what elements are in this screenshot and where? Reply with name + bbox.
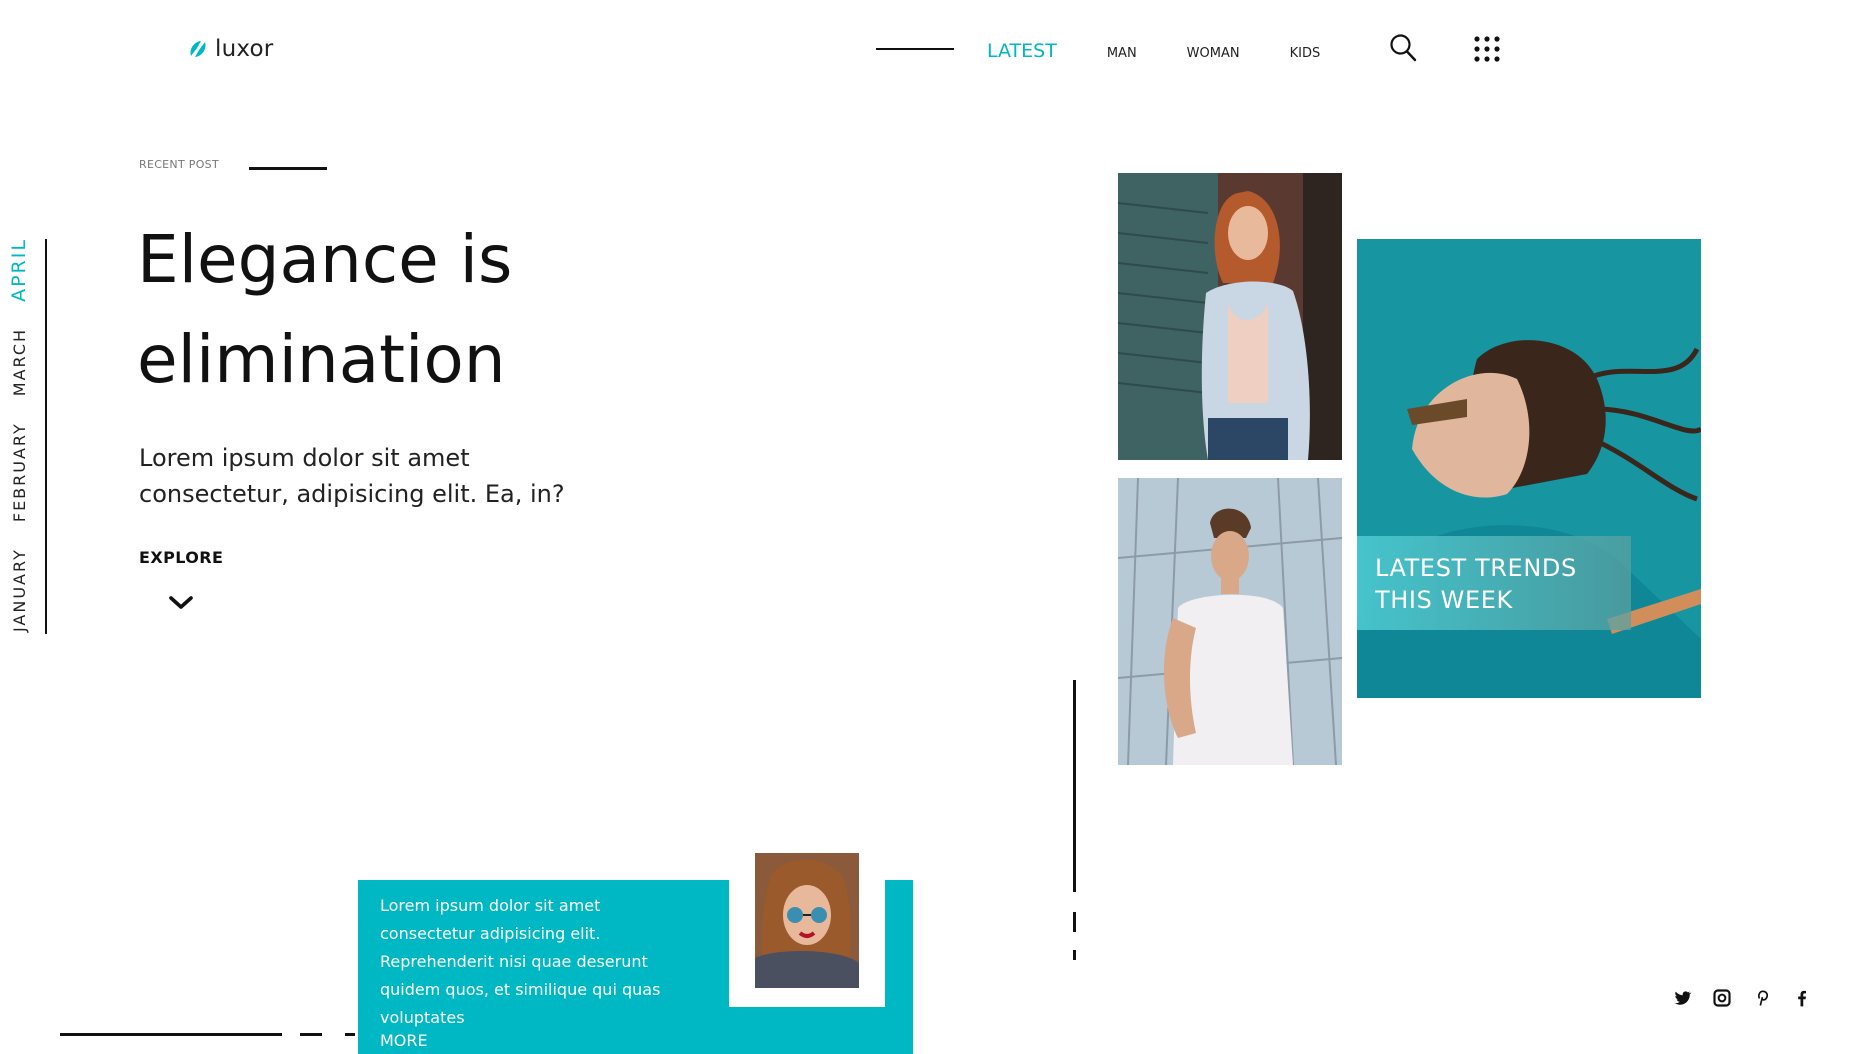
nav-item-latest[interactable]: LATEST bbox=[987, 40, 1057, 62]
months-divider bbox=[45, 239, 47, 634]
month-january[interactable]: JANUARY bbox=[10, 548, 29, 632]
recent-post-label: RECENT POST bbox=[139, 158, 219, 171]
month-april[interactable]: APRIL bbox=[8, 238, 30, 302]
nav-item-kids[interactable]: KIDS bbox=[1290, 46, 1321, 61]
vertical-divider-dot bbox=[1073, 950, 1076, 960]
feature-caption: LATEST TRENDS THIS WEEK bbox=[1357, 536, 1631, 630]
photo-woman-denim-jacket[interactable] bbox=[1118, 173, 1342, 460]
chevron-down-icon[interactable] bbox=[168, 595, 194, 611]
main-nav: LATEST MAN WOMAN KIDS bbox=[987, 40, 1370, 62]
avatar-illustration bbox=[755, 853, 859, 988]
hero-description: Lorem ipsum dolor sit amet consectetur, … bbox=[139, 444, 565, 508]
search-icon[interactable] bbox=[1389, 33, 1417, 63]
bottom-divider-dash bbox=[300, 1033, 322, 1036]
twitter-icon[interactable] bbox=[1672, 988, 1692, 1008]
avatar[interactable] bbox=[755, 853, 859, 988]
feature-caption-line1: LATEST TRENDS bbox=[1375, 554, 1577, 582]
month-selector: JANUARY FEBRUARY MARCH APRIL bbox=[8, 238, 30, 632]
bottom-divider bbox=[60, 1033, 282, 1036]
nav-item-woman[interactable]: WOMAN bbox=[1187, 46, 1240, 61]
month-february[interactable]: FEBRUARY bbox=[10, 422, 29, 522]
bottom-divider-dot bbox=[345, 1033, 355, 1036]
recent-post-divider bbox=[249, 167, 327, 170]
explore-button[interactable]: EXPLORE bbox=[139, 548, 223, 567]
logo-text: luxor bbox=[215, 36, 274, 62]
facebook-icon[interactable] bbox=[1792, 988, 1812, 1008]
hero-title: Elegance is elimination bbox=[137, 221, 513, 398]
vertical-divider-dash bbox=[1073, 912, 1076, 932]
logo-mark-icon bbox=[190, 41, 206, 57]
month-march[interactable]: MARCH bbox=[10, 328, 29, 396]
teaser-text: Lorem ipsum dolor sit amet consectetur a… bbox=[380, 896, 661, 1027]
vertical-divider bbox=[1073, 680, 1076, 892]
photo-man-white-shirt[interactable] bbox=[1118, 478, 1342, 765]
pinterest-icon[interactable] bbox=[1752, 988, 1772, 1008]
instagram-icon[interactable] bbox=[1712, 988, 1732, 1008]
nav-item-man[interactable]: MAN bbox=[1107, 46, 1137, 61]
grid-menu-icon[interactable] bbox=[1474, 36, 1500, 62]
more-link[interactable]: MORE bbox=[380, 1031, 428, 1050]
feature-caption-line2: THIS WEEK bbox=[1375, 586, 1513, 614]
feature-latest-trends[interactable]: LATEST TRENDS THIS WEEK bbox=[1357, 239, 1701, 698]
nav-divider bbox=[876, 48, 954, 50]
logo[interactable]: luxor bbox=[187, 36, 273, 62]
man-illustration bbox=[1118, 478, 1342, 765]
social-links bbox=[1672, 988, 1812, 1008]
woman-denim-illustration bbox=[1118, 173, 1342, 460]
